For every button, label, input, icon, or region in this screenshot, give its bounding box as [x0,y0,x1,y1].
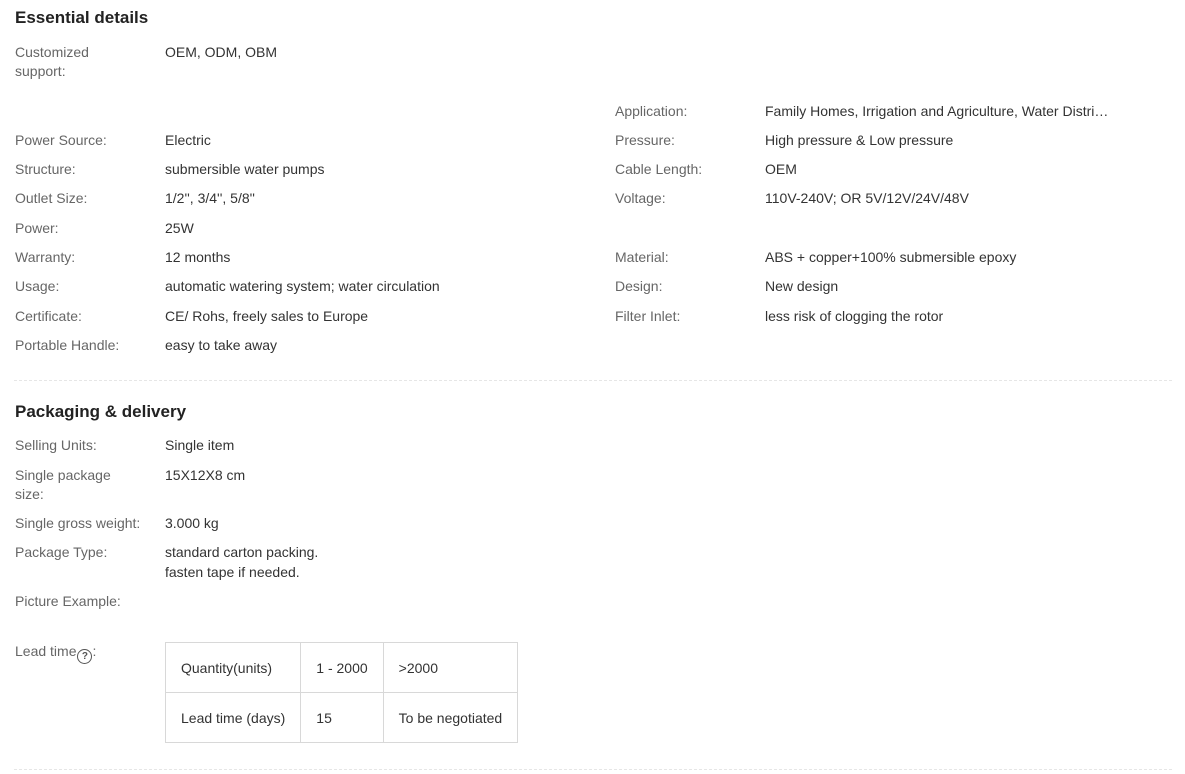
single-gross-weight-label: Single gross weight: [15,515,141,531]
usage-label: Usage: [15,278,60,294]
table-cell: >2000 [382,642,519,693]
single-gross-weight-value: 3.000 kg [165,515,219,531]
cable-length-label: Cable Length: [615,161,703,177]
table-cell: Quantity(units) [164,642,302,693]
table-cell: Lead time (days) [164,692,302,743]
material-value: ABS + copper+100% submersible epoxy [765,249,1017,265]
lead-time-label: Lead time?: [15,642,96,664]
design-label: Design: [615,278,663,294]
lead-time-label-colon: : [92,643,97,659]
material-label: Material: [615,249,669,265]
lead-time-label-text: Lead time [15,643,77,659]
essential-details-heading: Essential details [15,8,149,27]
lead-time-table: Quantity(units) 1 - 2000 >2000 Lead time… [164,642,519,743]
power-source-label: Power Source: [15,132,107,148]
cable-length-value: OEM [765,161,797,177]
warranty-value: 12 months [165,249,231,265]
pressure-value: High pressure & Low pressure [765,132,954,148]
single-package-size-value: 15X12X8 cm [165,467,246,483]
pressure-label: Pressure: [615,132,675,148]
structure-value: submersible water pumps [165,161,325,177]
filter-inlet-value: less risk of clogging the rotor [765,308,944,324]
voltage-label: Voltage: [615,190,666,206]
certificate-label: Certificate: [15,308,82,324]
picture-example-label: Picture Example: [15,593,121,609]
table-cell: 15 [300,692,384,743]
single-package-size-label: Single package size: [15,467,111,502]
package-type-label: Package Type: [15,544,108,560]
portable-handle-value: easy to take away [165,337,278,353]
section-divider [14,380,1172,381]
outlet-size-value: 1/2'', 3/4'', 5/8'' [165,190,255,206]
package-type-value-line2: fasten tape if needed. [165,564,300,580]
voltage-value: 110V-240V; OR 5V/12V/24V/48V [765,190,969,206]
packaging-delivery-heading: Packaging & delivery [15,402,187,421]
table-cell: 1 - 2000 [300,642,384,693]
section-divider-bottom [14,769,1172,770]
table-row: Quantity(units) 1 - 2000 >2000 [164,642,519,693]
power-source-value: Electric [165,132,211,148]
table-cell: To be negotiated [382,692,519,743]
design-value: New design [765,278,839,294]
table-row: Lead time (days) 15 To be negotiated [164,692,519,743]
power-label: Power: [15,220,59,236]
application-label: Application: [615,103,688,119]
selling-units-label: Selling Units: [15,437,97,453]
power-value: 25W [165,220,194,236]
warranty-label: Warranty: [15,249,76,265]
customized-support-value: OEM, ODM, OBM [165,44,277,60]
usage-value: automatic watering system; water circula… [165,278,440,294]
application-value: Family Homes, Irrigation and Agriculture… [765,103,1109,119]
question-circle-icon[interactable]: ? [77,649,93,664]
certificate-value: CE/ Rohs, freely sales to Europe [165,308,369,324]
structure-label: Structure: [15,161,76,177]
customized-support-label: Customized support: [15,44,89,79]
portable-handle-label: Portable Handle: [15,337,120,353]
selling-units-value: Single item [165,437,235,453]
filter-inlet-label: Filter Inlet: [615,308,681,324]
package-type-value-line1: standard carton packing. [165,544,319,560]
outlet-size-label: Outlet Size: [15,190,88,206]
